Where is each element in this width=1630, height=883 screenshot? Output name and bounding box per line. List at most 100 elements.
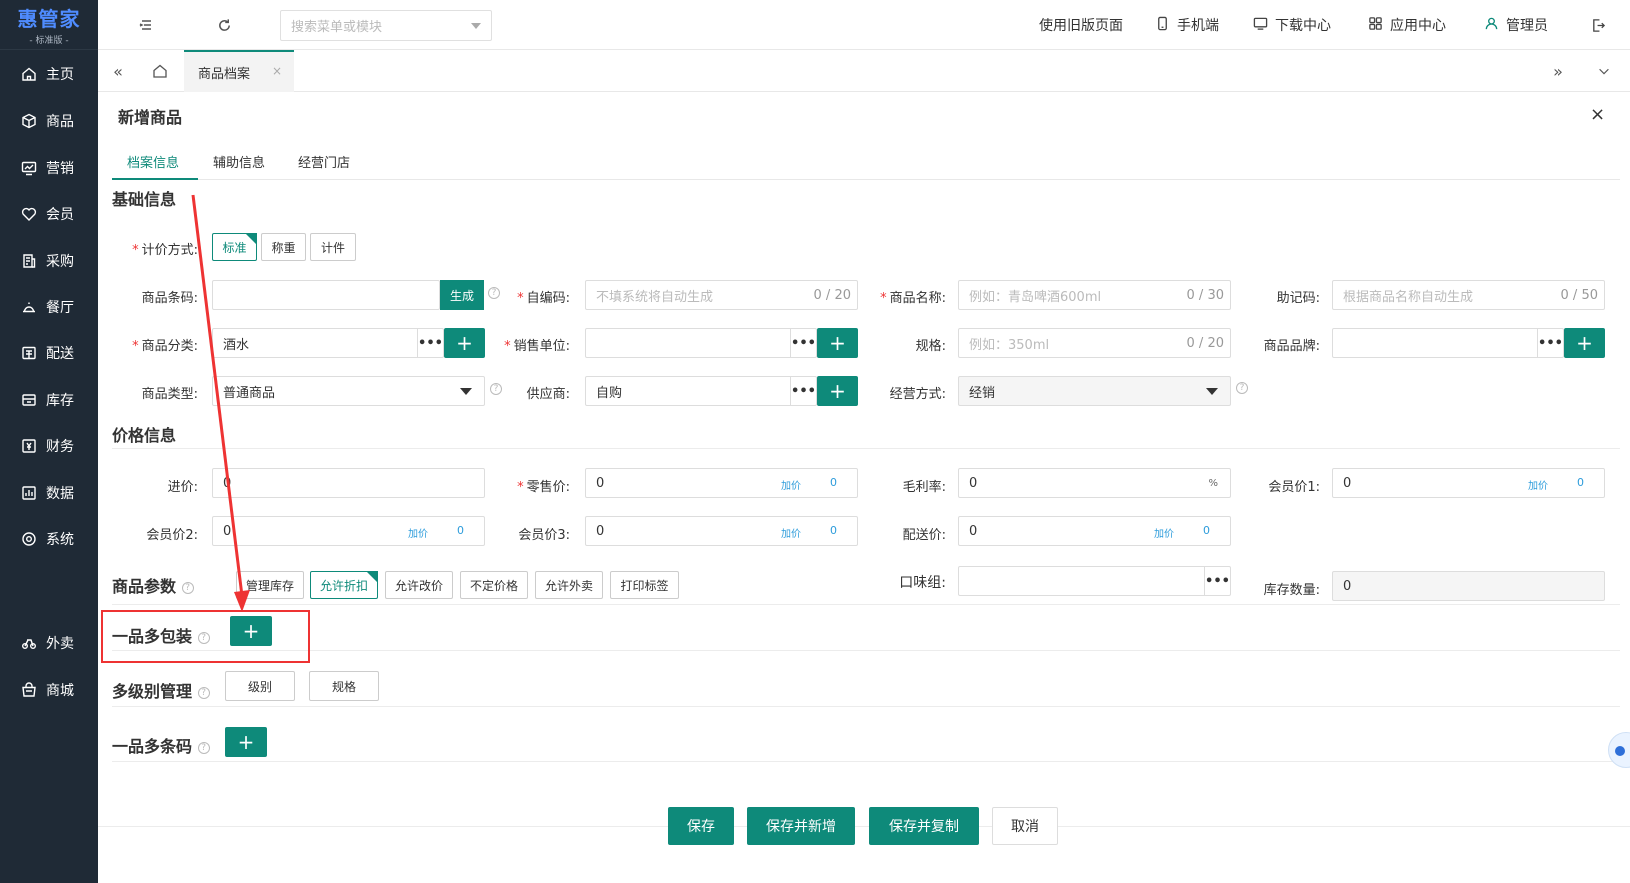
- home-tab-icon[interactable]: [150, 61, 170, 81]
- pricing-count-option[interactable]: 计件: [310, 233, 356, 261]
- delivery-price-input[interactable]: 0 加价 0: [958, 516, 1231, 546]
- add-barcode-button[interactable]: +: [225, 727, 267, 757]
- close-panel-icon[interactable]: ×: [1590, 104, 1605, 125]
- stock-qty-input: 0: [1332, 571, 1605, 601]
- sidebar-item-data[interactable]: 数据: [0, 478, 98, 508]
- option-print-label[interactable]: 打印标签: [610, 571, 679, 599]
- mobile-link[interactable]: 手机端: [1155, 15, 1219, 35]
- sidebar-item-finance[interactable]: 财务: [0, 431, 98, 461]
- floating-assistant-icon[interactable]: [1608, 732, 1630, 768]
- markup-value[interactable]: 0: [1203, 524, 1210, 537]
- app-logo[interactable]: 惠管家 - 标准版 -: [0, 0, 98, 50]
- chevron-down-icon: [471, 23, 481, 29]
- help-icon[interactable]: ?: [1236, 382, 1248, 394]
- add-category-button[interactable]: +: [444, 328, 485, 358]
- more-icon[interactable]: •••: [790, 377, 816, 405]
- more-icon[interactable]: •••: [1204, 567, 1230, 595]
- barcode-input[interactable]: [212, 280, 440, 310]
- old-version-link[interactable]: 使用旧版页面: [1039, 15, 1123, 35]
- tab-stores[interactable]: 经营门店: [298, 152, 350, 171]
- sidebar-item-restaurant[interactable]: 餐厅: [0, 292, 98, 322]
- goods-type-select[interactable]: 普通商品: [212, 376, 485, 406]
- markup-value[interactable]: 0: [1577, 476, 1584, 489]
- purchase-price-input[interactable]: 0: [212, 468, 485, 498]
- supplier-input[interactable]: 自购 •••: [585, 376, 817, 406]
- app-center-link[interactable]: 应用中心: [1368, 15, 1446, 35]
- sidebar-item-mall[interactable]: 商城: [0, 675, 98, 705]
- option-allow-discount[interactable]: 允许折扣: [310, 571, 378, 599]
- sidebar-item-label: 财务: [46, 439, 74, 455]
- tab-goods-archive[interactable]: 商品档案 ×: [184, 50, 294, 92]
- markup-value[interactable]: 0: [830, 524, 837, 537]
- sidebar-item-system[interactable]: 系统: [0, 524, 98, 554]
- sidebar-item-delivery[interactable]: 配送: [0, 338, 98, 368]
- more-icon[interactable]: •••: [1537, 329, 1563, 357]
- brand-input[interactable]: •••: [1332, 328, 1564, 358]
- save-and-copy-button[interactable]: 保存并复制: [869, 807, 979, 845]
- option-manage-stock[interactable]: 管理库存: [236, 571, 304, 599]
- logout-icon[interactable]: [1588, 15, 1608, 35]
- divider: [112, 650, 1620, 651]
- option-variable-price[interactable]: 不定价格: [460, 571, 528, 599]
- more-icon[interactable]: •••: [417, 329, 443, 357]
- member-price2-input[interactable]: 0 加价 0: [212, 516, 485, 546]
- sidebar-item-goods[interactable]: 商品: [0, 106, 98, 136]
- goods-name-input[interactable]: 例如：青岛啤酒600ml 0 / 30: [958, 280, 1231, 310]
- level-button[interactable]: 级别: [225, 671, 295, 701]
- sidebar-item-member[interactable]: 会员: [0, 199, 98, 229]
- generate-barcode-button[interactable]: 生成: [440, 280, 484, 310]
- save-button[interactable]: 保存: [668, 807, 734, 845]
- option-allow-price-change[interactable]: 允许改价: [385, 571, 453, 599]
- gross-margin-input[interactable]: 0 %: [958, 468, 1231, 498]
- download-center-link[interactable]: 下载中心: [1253, 15, 1331, 35]
- help-icon[interactable]: ?: [488, 287, 500, 299]
- tab-dropdown-icon[interactable]: [1594, 61, 1614, 81]
- sidebar-item-takeout[interactable]: 外卖: [0, 628, 98, 658]
- mnemonic-input[interactable]: 根据商品名称自动生成 0 / 50: [1332, 280, 1605, 310]
- user-menu[interactable]: 管理员: [1484, 15, 1548, 35]
- spec-button[interactable]: 规格: [309, 671, 379, 701]
- code-input[interactable]: 不填系统将自动生成 0 / 20: [585, 280, 858, 310]
- help-icon[interactable]: ?: [197, 686, 210, 699]
- refresh-icon[interactable]: [214, 15, 234, 35]
- supplier-label: 供应商:: [526, 387, 570, 402]
- add-unit-button[interactable]: +: [817, 328, 858, 358]
- category-input[interactable]: 酒水 •••: [212, 328, 444, 358]
- member-price1-input[interactable]: 0 加价 0: [1332, 468, 1605, 498]
- menu-toggle-icon[interactable]: [136, 15, 156, 35]
- sidebar-item-purchase[interactable]: 采购: [0, 246, 98, 276]
- close-icon[interactable]: ×: [272, 64, 282, 78]
- help-icon[interactable]: ?: [181, 581, 194, 594]
- markup-value[interactable]: 0: [830, 476, 837, 489]
- tab-aux-info[interactable]: 辅助信息: [213, 152, 265, 171]
- save-and-new-button[interactable]: 保存并新增: [747, 807, 855, 845]
- sidebar-item-marketing[interactable]: 营销: [0, 153, 98, 183]
- pricing-method-label: * 计价方式:: [132, 243, 198, 258]
- expand-tabs-icon[interactable]: »: [1548, 61, 1568, 81]
- help-icon[interactable]: ?: [197, 741, 210, 754]
- menu-search-input[interactable]: 搜索菜单或模块: [280, 10, 492, 41]
- cancel-button[interactable]: 取消: [992, 807, 1058, 845]
- retail-price-input[interactable]: 0 加价 0: [585, 468, 858, 498]
- sidebar-item-home[interactable]: 主页: [0, 59, 98, 89]
- active-tab-indicator: [112, 178, 198, 180]
- tab-archive-info[interactable]: 档案信息: [127, 152, 179, 171]
- member-price3-input[interactable]: 0 加价 0: [585, 516, 858, 546]
- business-mode-select[interactable]: 经销: [958, 376, 1231, 406]
- pricing-weight-option[interactable]: 称重: [261, 233, 306, 261]
- home-icon: [20, 65, 38, 83]
- member-price2-label: 会员价2:: [146, 528, 198, 543]
- spec-input[interactable]: 例如：350ml 0 / 20: [958, 328, 1231, 358]
- add-supplier-button[interactable]: +: [817, 376, 858, 406]
- markup-value[interactable]: 0: [457, 524, 464, 537]
- sidebar-item-inventory[interactable]: 库存: [0, 385, 98, 415]
- add-brand-button[interactable]: +: [1564, 328, 1605, 358]
- more-icon[interactable]: •••: [790, 329, 816, 357]
- sales-unit-input[interactable]: •••: [585, 328, 817, 358]
- flavor-group-input[interactable]: •••: [958, 566, 1231, 596]
- tab-label: 商品档案: [198, 66, 251, 82]
- pricing-standard-option[interactable]: 标准: [212, 233, 257, 261]
- collapse-tabs-icon[interactable]: «: [108, 61, 128, 81]
- category-label: * 商品分类:: [132, 339, 198, 354]
- option-allow-takeout[interactable]: 允许外卖: [535, 571, 603, 599]
